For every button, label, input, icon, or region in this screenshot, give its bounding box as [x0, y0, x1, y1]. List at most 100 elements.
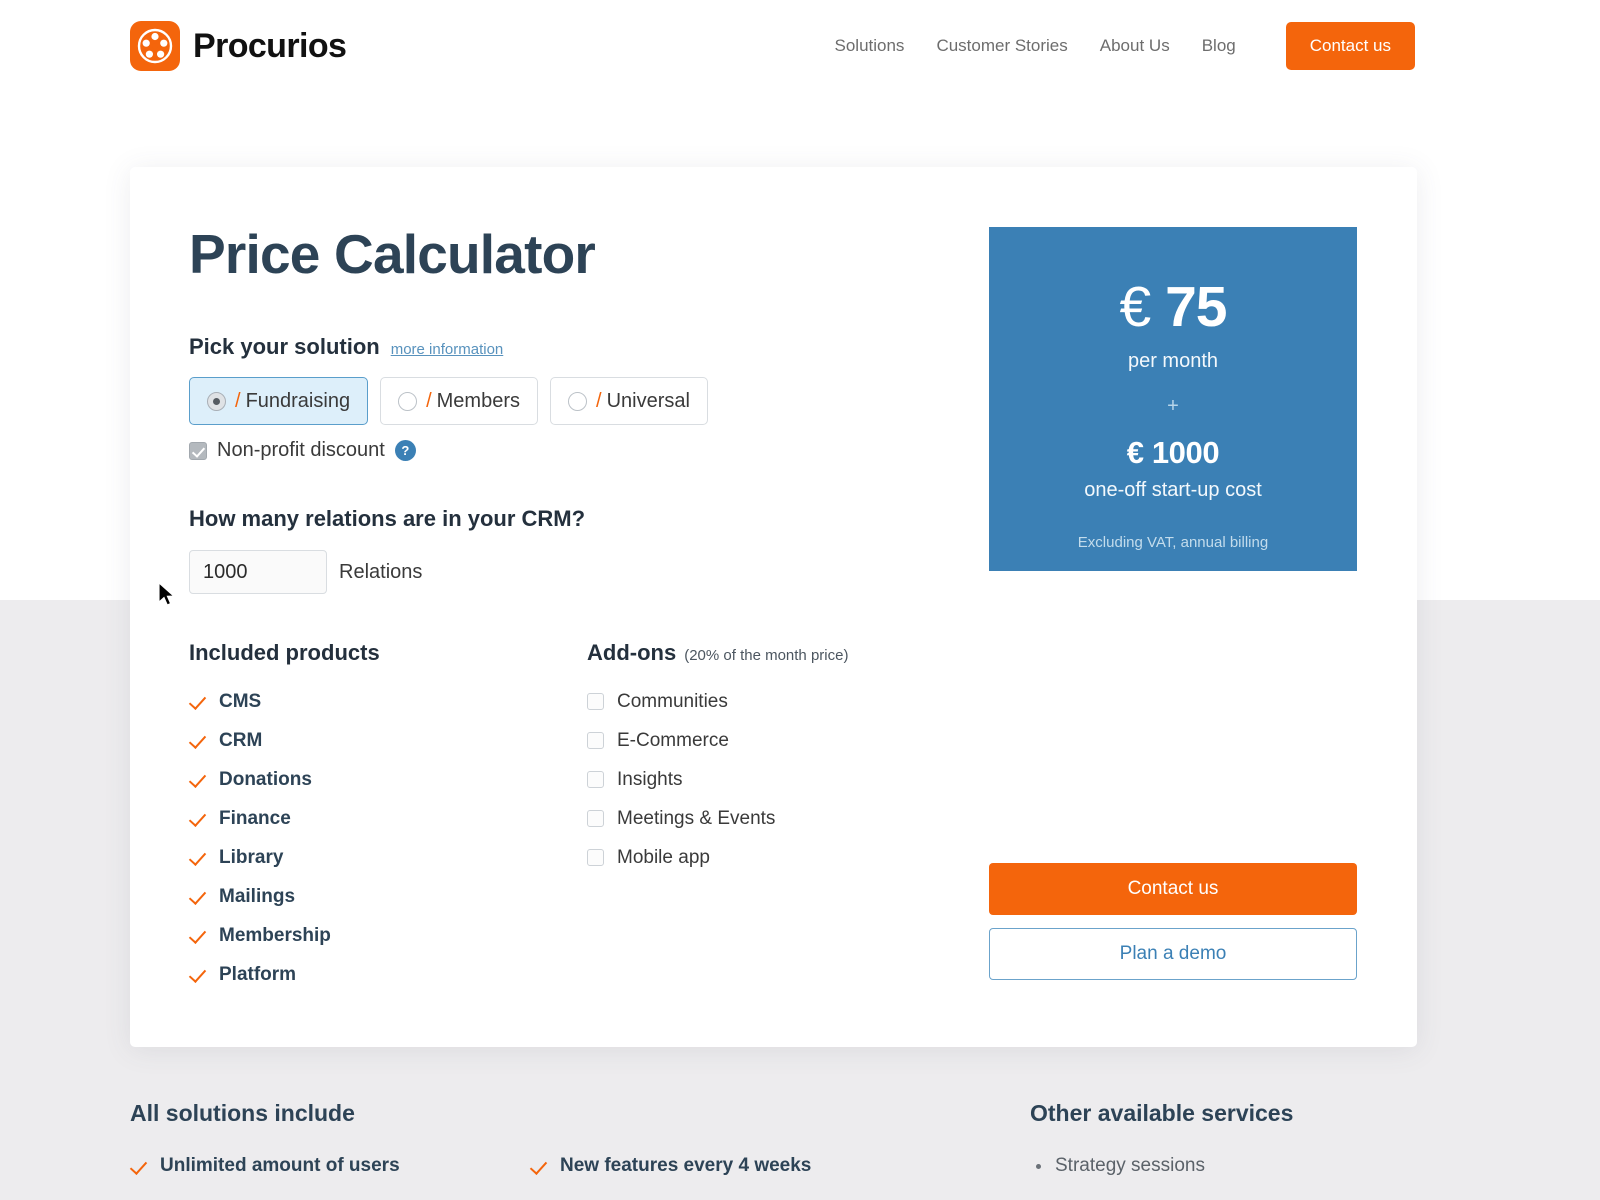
relations-question-label: How many relations are in your CRM?: [189, 506, 586, 531]
check-icon: [189, 966, 206, 983]
other-services-heading: Other available services: [1030, 1100, 1294, 1126]
bottom-info-section: All solutions include Unlimited amount o…: [130, 1100, 1430, 1185]
solution-option-universal[interactable]: / Universal: [550, 377, 708, 425]
checkbox-icon-communities[interactable]: [587, 693, 604, 710]
plus-separator: +: [1167, 395, 1179, 417]
radio-icon-fundraising: [207, 391, 226, 411]
check-icon: [189, 888, 206, 905]
included-product-label: CRM: [219, 729, 263, 751]
included-product-label: Platform: [219, 963, 297, 985]
contact-us-button[interactable]: Contact us: [989, 863, 1357, 915]
slash-glyph-fundraising: /: [235, 389, 241, 412]
included-product-item: CMS: [189, 682, 587, 721]
relations-input-row: Relations: [189, 550, 989, 594]
solution-label-universal: Universal: [606, 389, 690, 412]
included-product-item: Finance: [189, 799, 587, 838]
brand-name: Procurios: [193, 26, 347, 65]
addon-item-meetings-events[interactable]: Meetings & Events: [587, 799, 967, 838]
addons-heading: Add-ons: [587, 640, 677, 665]
included-product-item: Membership: [189, 916, 587, 955]
included-product-item: Donations: [189, 760, 587, 799]
header-contact-us-button[interactable]: Contact us: [1285, 22, 1415, 70]
relations-input-suffix: Relations: [339, 560, 423, 583]
nav-link-solutions[interactable]: Solutions: [819, 36, 921, 56]
price-panel: € 75 per month + € 1000 one-off start-up…: [989, 227, 1357, 571]
check-icon: [189, 927, 206, 944]
setup-cost-amount: € 1000: [1126, 435, 1220, 470]
calculator-form-column: Price Calculator Pick your solution more…: [189, 227, 989, 994]
solution-label-fundraising: Fundraising: [245, 389, 351, 412]
relations-input[interactable]: [189, 550, 327, 594]
nav-link-blog[interactable]: Blog: [1186, 36, 1252, 56]
all-solutions-item: Unlimited amount of users: [130, 1147, 530, 1185]
addon-item-mobile-app[interactable]: Mobile app: [587, 838, 967, 877]
addon-item-e-commerce[interactable]: E-Commerce: [587, 721, 967, 760]
help-question-icon[interactable]: ?: [394, 440, 416, 461]
setup-cost-label: one-off start-up cost: [1084, 479, 1262, 501]
solution-label-members: Members: [436, 389, 520, 412]
check-icon: [189, 810, 206, 827]
checkbox-icon-meetings-events[interactable]: [587, 810, 604, 827]
included-product-label: Library: [219, 846, 284, 868]
all-solutions-include-heading: All solutions include: [130, 1100, 355, 1126]
check-icon: [189, 849, 206, 866]
pick-solution-label: Pick your solution: [189, 334, 380, 359]
included-products-heading: Included products: [189, 640, 380, 665]
site-header: Procurios Solutions Customer Stories Abo…: [0, 0, 1600, 92]
included-product-label: Mailings: [219, 885, 296, 907]
included-products-column: Included products CMS CRM Donations Fina…: [189, 640, 587, 994]
bullet-icon: [1036, 1163, 1041, 1169]
products-and-addons: Included products CMS CRM Donations Fina…: [189, 640, 989, 994]
addon-item-communities[interactable]: Communities: [587, 682, 967, 721]
addons-column: Add-ons (20% of the month price) Communi…: [587, 640, 967, 994]
cta-button-stack: Contact us Plan a demo: [989, 863, 1357, 980]
checkbox-checked-icon-non-profit-discount[interactable]: [189, 441, 207, 460]
solution-option-members[interactable]: / Members: [380, 377, 538, 425]
checkbox-icon-e-commerce[interactable]: [587, 732, 604, 749]
plan-a-demo-button[interactable]: Plan a demo: [989, 928, 1357, 980]
all-solutions-item: New features every 4 weeks: [530, 1147, 930, 1185]
other-services-item-label: Strategy sessions: [1055, 1155, 1205, 1176]
included-product-item: Library: [189, 838, 587, 877]
addon-label-communities: Communities: [617, 690, 728, 712]
currency-symbol: €: [1119, 275, 1152, 339]
price-calculator-card: Price Calculator Pick your solution more…: [130, 167, 1417, 1047]
check-icon: [130, 1158, 147, 1175]
brand-logo[interactable]: Procurios: [130, 21, 347, 71]
all-solutions-include-block: All solutions include Unlimited amount o…: [130, 1100, 930, 1185]
slash-glyph-universal: /: [596, 389, 602, 412]
check-icon: [189, 693, 206, 710]
monthly-price-label: per month: [1127, 350, 1219, 372]
vat-billing-note: Excluding VAT, annual billing: [1077, 534, 1269, 551]
addons-subtitle: (20% of the month price): [684, 647, 849, 664]
included-product-label: Finance: [219, 807, 291, 829]
checkbox-icon-insights[interactable]: [587, 771, 604, 788]
nav-link-customer-stories[interactable]: Customer Stories: [920, 36, 1083, 56]
radio-icon-universal: [568, 391, 587, 411]
check-icon: [530, 1158, 547, 1175]
included-products-header: Included products: [189, 640, 587, 666]
check-icon: [189, 732, 206, 749]
included-product-item: Mailings: [189, 877, 587, 916]
addon-label-meetings-events: Meetings & Events: [617, 807, 776, 829]
check-icon: [189, 771, 206, 788]
nav-link-about-us[interactable]: About Us: [1084, 36, 1186, 56]
radio-icon-members: [398, 391, 418, 411]
pick-solution-header: Pick your solution more information: [189, 334, 989, 360]
slash-glyph-members: /: [426, 389, 432, 412]
solution-option-fundraising[interactable]: / Fundraising: [189, 377, 369, 425]
all-solutions-item-label: Unlimited amount of users: [160, 1155, 400, 1176]
included-product-label: Donations: [219, 768, 312, 790]
price-summary-column: € 75 per month + € 1000 one-off start-up…: [989, 227, 1357, 994]
all-solutions-column-1: Unlimited amount of users: [130, 1147, 530, 1185]
other-services-item: Strategy sessions: [1030, 1147, 1430, 1185]
included-product-label: Membership: [219, 924, 331, 946]
addon-item-insights[interactable]: Insights: [587, 760, 967, 799]
included-product-item: CRM: [189, 721, 587, 760]
solution-radio-group: / Fundraising / Members / Universal: [189, 377, 989, 425]
more-information-link[interactable]: more information: [391, 341, 504, 358]
non-profit-discount-label: Non-profit discount: [217, 439, 385, 461]
checkbox-icon-mobile-app[interactable]: [587, 849, 604, 866]
addons-header: Add-ons (20% of the month price): [587, 640, 967, 666]
included-product-item: Platform: [189, 955, 587, 994]
